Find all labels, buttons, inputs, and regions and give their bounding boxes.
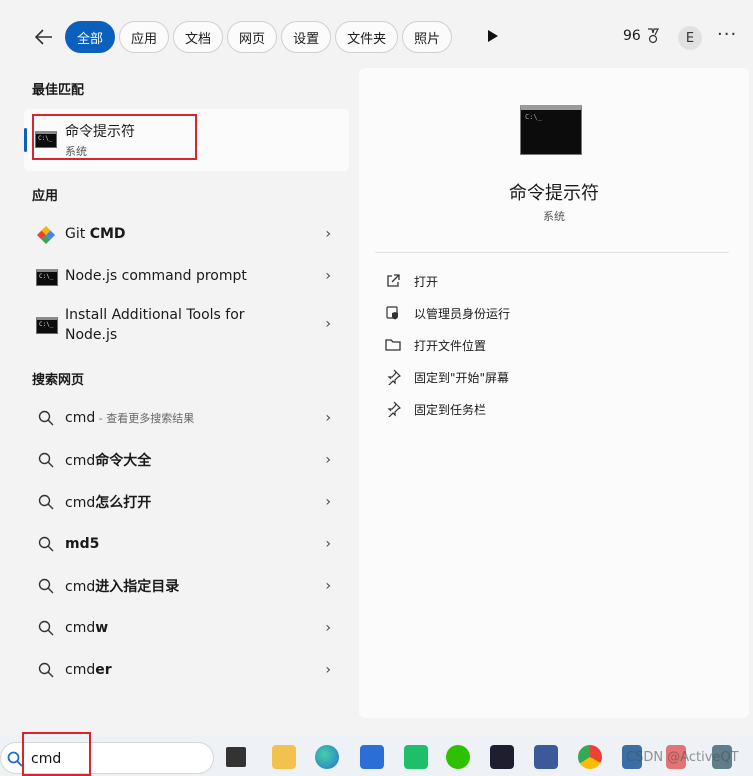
app-label: Install Additional Tools for Node.js xyxy=(65,307,245,343)
back-button[interactable] xyxy=(30,24,58,50)
search-icon xyxy=(38,662,54,678)
action-open[interactable]: 打开 xyxy=(385,271,438,291)
web-result-item[interactable]: cmder › xyxy=(24,650,349,690)
filter-web[interactable]: 网页 xyxy=(227,21,278,53)
web-result-label: cmdw xyxy=(65,620,109,636)
chevron-right-icon[interactable]: › xyxy=(325,662,331,678)
filter-folders[interactable]: 文件夹 xyxy=(335,21,399,53)
app-item-install-tools[interactable]: Install Additional Tools for Node.js › xyxy=(24,298,349,350)
search-icon xyxy=(7,751,23,767)
highlight-box xyxy=(22,732,91,776)
play-icon xyxy=(488,30,498,42)
pin-taskbar-icon xyxy=(387,401,401,417)
filter-documents[interactable]: 文档 xyxy=(173,21,224,53)
preview-subtitle: 系统 xyxy=(543,210,565,223)
ide-icon[interactable] xyxy=(490,745,514,769)
web-result-label: md5 xyxy=(65,536,100,552)
web-result-label: cmder xyxy=(65,662,112,678)
editor-icon[interactable] xyxy=(534,745,558,769)
command-prompt-icon xyxy=(35,131,57,148)
best-match-heading: 最佳匹配 xyxy=(32,83,85,98)
web-result-label: cmd怎么打开 xyxy=(65,495,152,511)
edge-browser-icon[interactable] xyxy=(315,745,339,769)
web-search-heading: 搜索网页 xyxy=(32,373,85,388)
web-result-item[interactable]: cmd命令大全 › xyxy=(24,440,349,480)
open-icon xyxy=(387,274,400,287)
filter-photos[interactable]: 照片 xyxy=(402,21,453,53)
web-result-item[interactable]: cmd怎么打开 › xyxy=(24,482,349,522)
search-panel: 全部 应用 文档 网页 设置 文件夹 照片 96 E ··· 最佳匹配 C:\_… xyxy=(0,0,753,722)
action-run-as-admin[interactable]: 以管理员身份运行 xyxy=(385,303,510,323)
search-icon xyxy=(38,620,54,636)
chevron-right-icon[interactable]: › xyxy=(325,268,331,284)
web-result-item[interactable]: cmdw › xyxy=(24,608,349,648)
best-match-name: 命令提示符 xyxy=(65,124,135,140)
git-cmd-icon xyxy=(37,226,55,244)
search-icon xyxy=(38,452,54,468)
app-label: Node.js command prompt xyxy=(65,268,247,284)
action-open-file-location[interactable]: 打开文件位置 xyxy=(385,335,486,355)
pin-start-icon xyxy=(387,369,401,385)
filter-apps[interactable]: 应用 xyxy=(119,21,170,53)
rewards-score[interactable]: 96 xyxy=(623,28,661,44)
filter-all[interactable]: 全部 xyxy=(65,21,116,53)
messaging-app-icon[interactable] xyxy=(404,745,428,769)
watermark: CSDN @ActiveQT xyxy=(626,750,739,765)
folder-icon xyxy=(385,339,401,351)
nodejs-prompt-icon xyxy=(36,269,58,286)
web-result-item[interactable]: cmd进入指定目录 › xyxy=(24,566,349,606)
search-icon xyxy=(38,578,54,594)
best-match-subtitle: 系统 xyxy=(65,145,87,158)
score-value: 96 xyxy=(623,28,641,44)
app-item-nodejs-prompt[interactable]: Node.js command prompt › xyxy=(24,256,349,296)
filter-chips: 全部 应用 文档 网页 设置 文件夹 照片 xyxy=(65,21,453,53)
wechat-icon[interactable] xyxy=(446,745,470,769)
divider xyxy=(375,252,729,253)
search-icon xyxy=(38,410,54,426)
filter-settings[interactable]: 设置 xyxy=(281,21,332,53)
chevron-right-icon[interactable]: › xyxy=(325,578,331,594)
more-filters-button[interactable] xyxy=(487,28,503,46)
admin-shield-icon xyxy=(386,306,398,320)
chevron-right-icon[interactable]: › xyxy=(325,536,331,552)
action-pin-taskbar[interactable]: 固定到任务栏 xyxy=(385,399,486,419)
task-view-icon[interactable] xyxy=(226,747,246,767)
medal-icon xyxy=(647,28,659,44)
avatar[interactable]: E xyxy=(678,26,702,50)
chevron-right-icon[interactable]: › xyxy=(325,410,331,426)
app-label: Git CMD xyxy=(65,226,126,242)
selection-indicator xyxy=(24,128,27,152)
chevron-right-icon[interactable]: › xyxy=(325,452,331,468)
chevron-right-icon[interactable]: › xyxy=(325,494,331,510)
more-options-button[interactable]: ··· xyxy=(717,24,737,45)
web-result-label: cmd进入指定目录 xyxy=(65,579,180,595)
chevron-right-icon[interactable]: › xyxy=(325,316,331,332)
action-pin-start[interactable]: 固定到"开始"屏幕 xyxy=(385,367,509,387)
install-tools-icon xyxy=(36,317,58,334)
search-icon xyxy=(38,536,54,552)
chrome-icon[interactable] xyxy=(578,745,602,769)
apps-heading: 应用 xyxy=(32,189,59,204)
web-result-item[interactable]: md5 › xyxy=(24,524,349,564)
chevron-right-icon[interactable]: › xyxy=(325,620,331,636)
search-icon xyxy=(38,494,54,510)
arrow-left-icon xyxy=(35,29,52,45)
web-result-label: cmd - 查看更多搜索结果 xyxy=(65,410,195,426)
chevron-right-icon[interactable]: › xyxy=(325,226,331,242)
filter-bar: 全部 应用 文档 网页 设置 文件夹 照片 96 E ··· xyxy=(0,0,753,68)
web-result-label: cmd命令大全 xyxy=(65,453,152,469)
best-match-item[interactable]: 命令提示符 系统 xyxy=(24,109,349,171)
file-explorer-icon[interactable] xyxy=(272,745,296,769)
web-result-item[interactable]: cmd - 查看更多搜索结果 › xyxy=(24,398,349,438)
command-prompt-large-icon xyxy=(520,105,582,155)
store-icon[interactable] xyxy=(360,745,384,769)
preview-pane: 命令提示符 系统 打开 以管理员身份运行 打开文件位置 固定到"开始"屏幕 固定… xyxy=(359,68,749,718)
app-item-git-cmd[interactable]: Git CMD › xyxy=(24,214,349,254)
preview-title: 命令提示符 xyxy=(509,183,599,204)
